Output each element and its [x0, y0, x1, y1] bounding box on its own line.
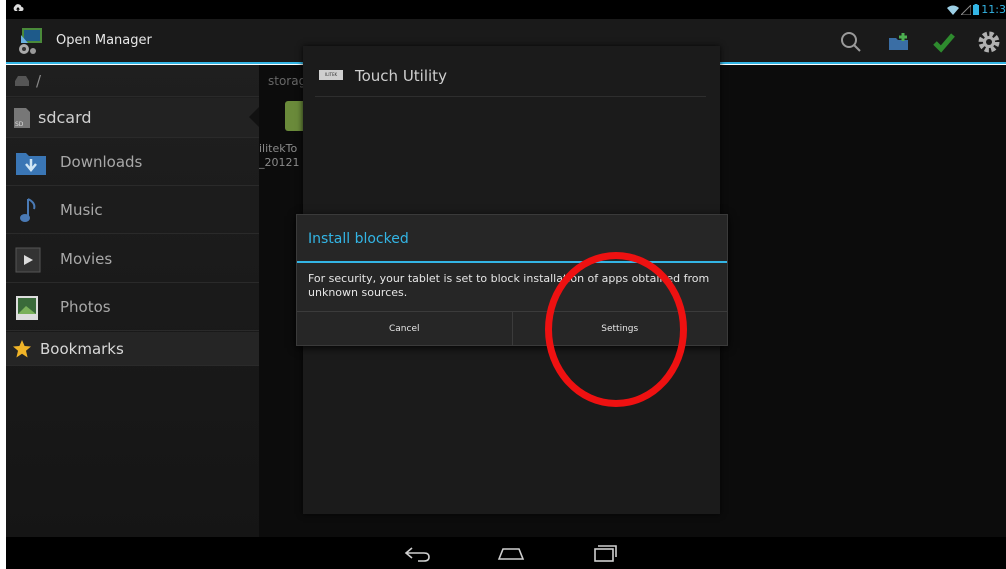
home-icon[interactable]	[496, 543, 526, 563]
clock: 11:3	[981, 3, 1006, 16]
root-path-label: /	[36, 71, 42, 90]
bookmarks-label: Bookmarks	[40, 339, 124, 358]
open-manager-app-icon[interactable]	[16, 25, 46, 57]
app-title: Open Manager	[56, 33, 152, 48]
drive-icon	[15, 75, 29, 86]
settings-icon[interactable]	[976, 29, 1002, 55]
movies-icon	[15, 247, 41, 272]
ilitek-logo-icon: ILITEK	[319, 70, 343, 80]
sidebar-item-label: Photos	[60, 298, 111, 316]
sidebar-item-sdcard[interactable]: SD sdcard	[6, 98, 259, 138]
sidebar-item-downloads[interactable]: Downloads	[6, 139, 259, 186]
sidebar-root-path[interactable]: /	[6, 65, 259, 97]
new-folder-icon[interactable]	[886, 29, 912, 55]
sidebar-item-music[interactable]: Music	[6, 187, 259, 234]
recent-apps-icon[interactable]	[590, 543, 620, 563]
svg-text:SD: SD	[15, 121, 24, 128]
photos-icon	[16, 296, 38, 320]
cancel-button[interactable]: Cancel	[297, 312, 512, 346]
search-icon[interactable]	[838, 29, 864, 55]
downloads-icon	[16, 153, 46, 175]
battery-icon	[973, 4, 980, 15]
file-name[interactable]: ilitekTo _20121	[259, 142, 303, 170]
dialog-title: Install blocked	[308, 231, 409, 247]
sidebar-item-photos[interactable]: Photos	[6, 284, 259, 331]
annotation-circle	[545, 252, 687, 407]
dialog-title: Touch Utility	[355, 67, 447, 85]
sidebar-item-label: Downloads	[60, 153, 143, 171]
star-icon	[13, 339, 31, 357]
cloud-upload-icon	[13, 4, 24, 11]
divider	[315, 96, 706, 97]
sidebar-item-label: sdcard	[38, 108, 92, 127]
music-icon	[20, 198, 36, 222]
back-icon[interactable]	[402, 543, 432, 563]
status-bar: 11:3	[6, 0, 1006, 19]
sidebar-item-label: Music	[60, 201, 103, 219]
navigation-bar	[6, 537, 1006, 569]
sd-card-icon: SD	[14, 107, 30, 128]
title-divider	[297, 261, 727, 263]
sidebar-item-label: Movies	[60, 249, 113, 268]
wifi-icon	[947, 5, 960, 15]
android-screen: 11:3 Open Manager / SD sdcard Downloads …	[0, 0, 1006, 569]
sidebar-item-bookmarks[interactable]: Bookmarks	[6, 332, 259, 366]
signal-icon	[961, 4, 972, 15]
sidebar-item-movies[interactable]: Movies	[6, 235, 259, 283]
checkmark-icon[interactable]	[931, 29, 957, 55]
status-indicators: 11:3	[947, 1, 1006, 18]
breadcrumb[interactable]: storag	[268, 74, 306, 88]
sidebar: / SD sdcard Downloads Music Movies Photo…	[6, 65, 261, 537]
